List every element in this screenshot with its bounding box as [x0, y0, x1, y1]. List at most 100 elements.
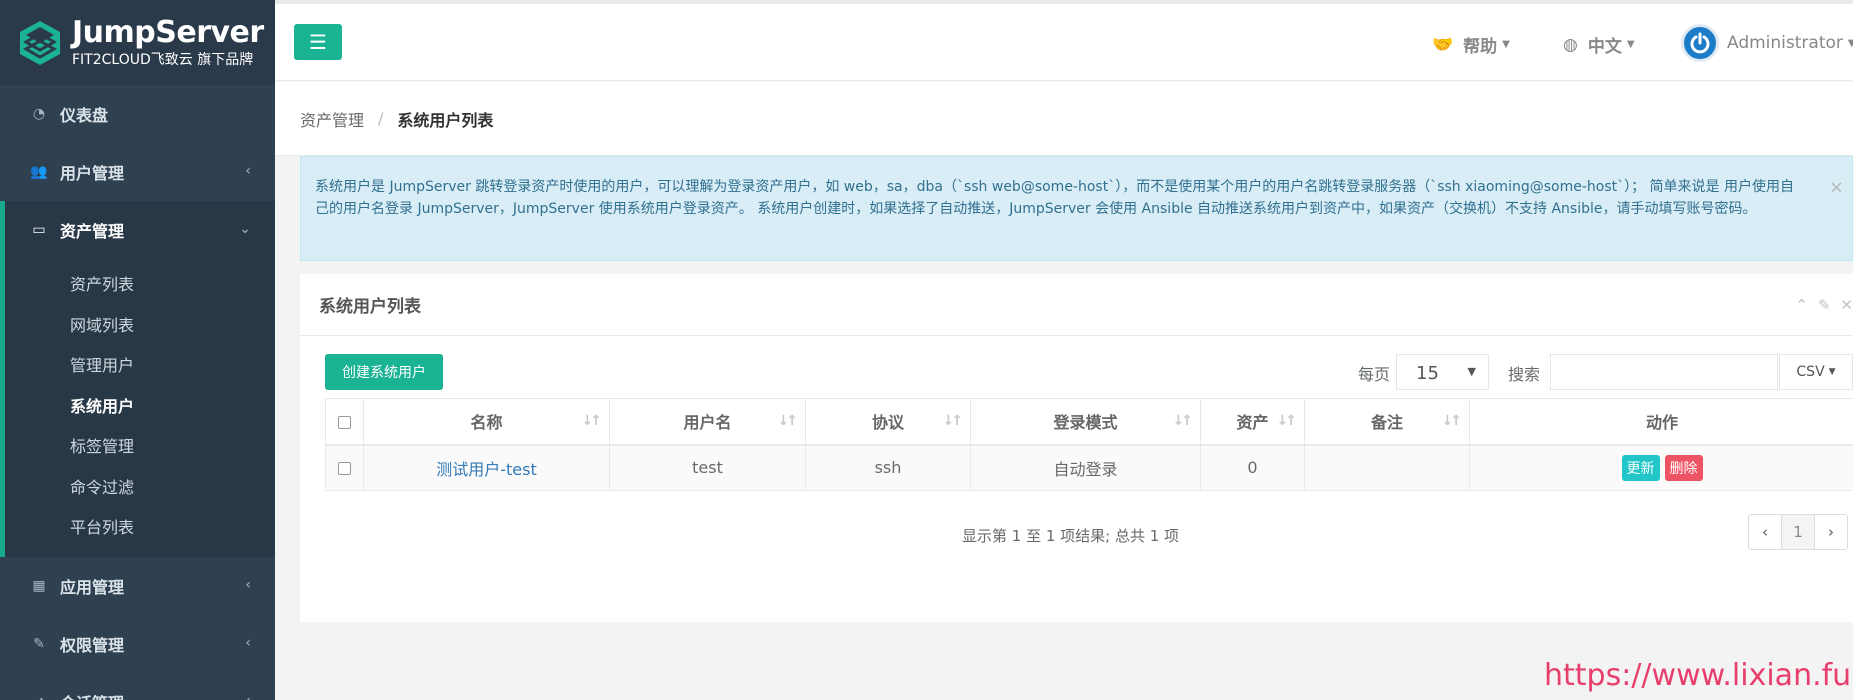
sort-icon: ↓↑	[1172, 413, 1194, 429]
sidebar-nav: ◔ 仪表盘 👥 用户管理 ‹ ▭ 资产管理 ⌄ 资产列表 网域列表 管理用户 系…	[0, 85, 275, 700]
delete-button[interactable]: 删除	[1664, 454, 1703, 481]
submenu-item-system-users[interactable]: 系统用户	[5, 385, 275, 426]
column-header-protocol[interactable]: 协议 ↓↑	[805, 398, 971, 446]
sort-icon: ↓↑	[1441, 413, 1463, 429]
close-icon[interactable]: ×	[1829, 177, 1844, 199]
csv-export-button[interactable]: CSV ▼	[1779, 354, 1853, 390]
language-menu[interactable]: ◍ 中文 ▼	[1563, 32, 1635, 58]
handshake-icon: 🤝	[1432, 34, 1454, 55]
help-menu[interactable]: 🤝 帮助 ▼	[1432, 32, 1510, 58]
submenu-item-admin-users[interactable]: 管理用户	[5, 344, 275, 385]
column-header-username[interactable]: 用户名 ↓↑	[609, 398, 806, 446]
caret-down-icon: ▼	[1502, 39, 1510, 50]
chevron-left-icon: ‹	[245, 576, 251, 593]
sidebar-item-label: 会话管理	[60, 690, 124, 700]
panel-header: 系统用户列表 ⌃ ✎ ✕	[300, 274, 1853, 336]
sidebar-item-label: 权限管理	[60, 635, 125, 655]
brand-logo[interactable]: JumpServer FIT2CLOUD飞致云 旗下品牌	[0, 0, 275, 85]
sort-icon: ↓↑	[581, 413, 603, 429]
perpage-label: 每页	[1358, 365, 1391, 384]
actions-cell: 更新 删除	[1469, 444, 1853, 491]
submenu-item-labels[interactable]: 标签管理	[5, 425, 275, 466]
sidebar-item-label: 资产管理	[60, 222, 125, 241]
avatar	[1681, 24, 1719, 62]
sidebar-item-permissions[interactable]: ✎ 权限管理 ‹	[0, 615, 275, 673]
caret-down-icon: ▼	[1626, 39, 1635, 50]
sidebar-toggle-button[interactable]: ☰	[294, 24, 342, 60]
row-checkbox[interactable]	[338, 462, 351, 476]
breadcrumb-parent[interactable]: 资产管理	[300, 107, 364, 131]
pagination-info: 显示第 1 至 1 项结果; 总共 1 项	[962, 527, 1180, 545]
column-label: 协议	[871, 413, 904, 433]
inbox-icon: ▭	[32, 222, 46, 238]
caret-down-icon: ▼	[1467, 365, 1476, 378]
column-label: 资产	[1236, 413, 1269, 433]
search-label: 搜索	[1508, 365, 1541, 384]
submenu-item-asset-list[interactable]: 资产列表	[5, 263, 275, 304]
sidebar-item-label: 仪表盘	[60, 106, 109, 125]
submenu-item-command-filters[interactable]: 命令过滤	[5, 466, 275, 507]
perpage-value: 15	[1416, 363, 1439, 384]
collapse-icon[interactable]: ⌃	[1795, 296, 1808, 314]
row-select-cell	[325, 444, 364, 491]
table-header-row: 名称 ↓↑ 用户名 ↓↑ 协议 ↓↑ 登录模式 ↓↑ 资产 ↓↑ 备注 ↓↑ 动作	[325, 398, 1853, 446]
update-button[interactable]: 更新	[1621, 454, 1660, 481]
pagination: ‹ 1 ›	[1748, 514, 1848, 550]
rocket-icon: ➶	[30, 694, 48, 700]
sort-icon: ↓↑	[1276, 413, 1298, 429]
column-header-login-mode[interactable]: 登录模式 ↓↑	[970, 398, 1201, 446]
language-label: 中文	[1587, 37, 1622, 57]
column-header-actions: 动作	[1469, 398, 1853, 446]
dashboard-icon: ◔	[32, 106, 46, 122]
submenu-item-platforms[interactable]: 平台列表	[5, 506, 275, 547]
column-label: 名称	[470, 413, 503, 433]
sidebar-item-dashboard[interactable]: ◔ 仪表盘	[0, 85, 275, 143]
search-input[interactable]	[1550, 354, 1778, 390]
comment-cell	[1304, 444, 1470, 491]
brand-title: JumpServer	[72, 14, 264, 50]
system-user-name-link[interactable]: 测试用户-test	[436, 460, 537, 479]
sort-icon: ↓↑	[777, 413, 799, 429]
sidebar-item-assets[interactable]: ▭ 资产管理 ⌄	[0, 201, 275, 259]
perpage-select[interactable]: 15 ▼	[1396, 354, 1489, 390]
column-header-name[interactable]: 名称 ↓↑	[363, 398, 610, 446]
next-page-button[interactable]: ›	[1815, 515, 1847, 549]
select-all-cell	[325, 398, 364, 446]
csv-label: CSV	[1796, 364, 1825, 380]
sidebar-item-label: 应用管理	[60, 577, 125, 597]
power-icon	[1690, 32, 1710, 54]
wrench-icon[interactable]: ✎	[1818, 296, 1831, 314]
chevron-left-icon: ‹	[245, 693, 251, 700]
chevron-down-icon: ⌄	[239, 221, 251, 237]
system-user-table: 名称 ↓↑ 用户名 ↓↑ 协议 ↓↑ 登录模式 ↓↑ 资产 ↓↑ 备注 ↓↑ 动作 测试用户…	[325, 398, 1853, 491]
sidebar-item-sessions[interactable]: ➶ 会话管理 ‹	[0, 673, 275, 700]
username-cell: test	[609, 444, 806, 491]
caret-down-icon: ▼	[1828, 367, 1836, 377]
close-icon[interactable]: ✕	[1840, 296, 1853, 314]
sidebar-item-applications[interactable]: ▦ 应用管理 ‹	[0, 557, 275, 615]
edit-icon: ✎	[33, 635, 45, 652]
page-1-button[interactable]: 1	[1781, 515, 1815, 549]
globe-icon: ◍	[1563, 34, 1578, 55]
sidebar: JumpServer FIT2CLOUD飞致云 旗下品牌 ◔ 仪表盘 👥 用户管…	[0, 0, 275, 700]
sidebar-item-label: 用户管理	[60, 164, 125, 183]
grid-icon: ▦	[32, 577, 46, 594]
create-system-user-button[interactable]: 创建系统用户	[325, 354, 443, 390]
username-label: Administrator	[1727, 33, 1843, 53]
column-label: 用户名	[683, 413, 732, 433]
breadcrumb: 资产管理 / 系统用户列表	[275, 82, 1853, 156]
select-all-checkbox[interactable]	[338, 415, 351, 429]
breadcrumb-separator: /	[378, 109, 384, 128]
top-navbar: ☰ 🤝 帮助 ▼ ◍ 中文 ▼ Administrator ▼	[275, 4, 1853, 81]
watermark: https://www.lixian.fun	[1544, 658, 1853, 693]
submenu-item-domain-list[interactable]: 网域列表	[5, 304, 275, 345]
system-user-panel: 系统用户列表 ⌃ ✎ ✕ 创建系统用户 每页 15 ▼ 搜索 CSV ▼ 名称 ↓…	[300, 274, 1853, 622]
user-menu[interactable]: Administrator ▼	[1681, 24, 1853, 62]
sidebar-item-users[interactable]: 👥 用户管理 ‹	[0, 143, 275, 201]
asset-submenu: 资产列表 网域列表 管理用户 系统用户 标签管理 命令过滤 平台列表	[0, 259, 275, 557]
column-header-assets[interactable]: 资产 ↓↑	[1200, 398, 1305, 446]
table-row: 测试用户-test test ssh 自动登录 0 更新 删除	[325, 444, 1853, 491]
column-header-comment[interactable]: 备注 ↓↑	[1304, 398, 1470, 446]
name-cell: 测试用户-test	[363, 444, 610, 491]
prev-page-button[interactable]: ‹	[1749, 515, 1781, 549]
